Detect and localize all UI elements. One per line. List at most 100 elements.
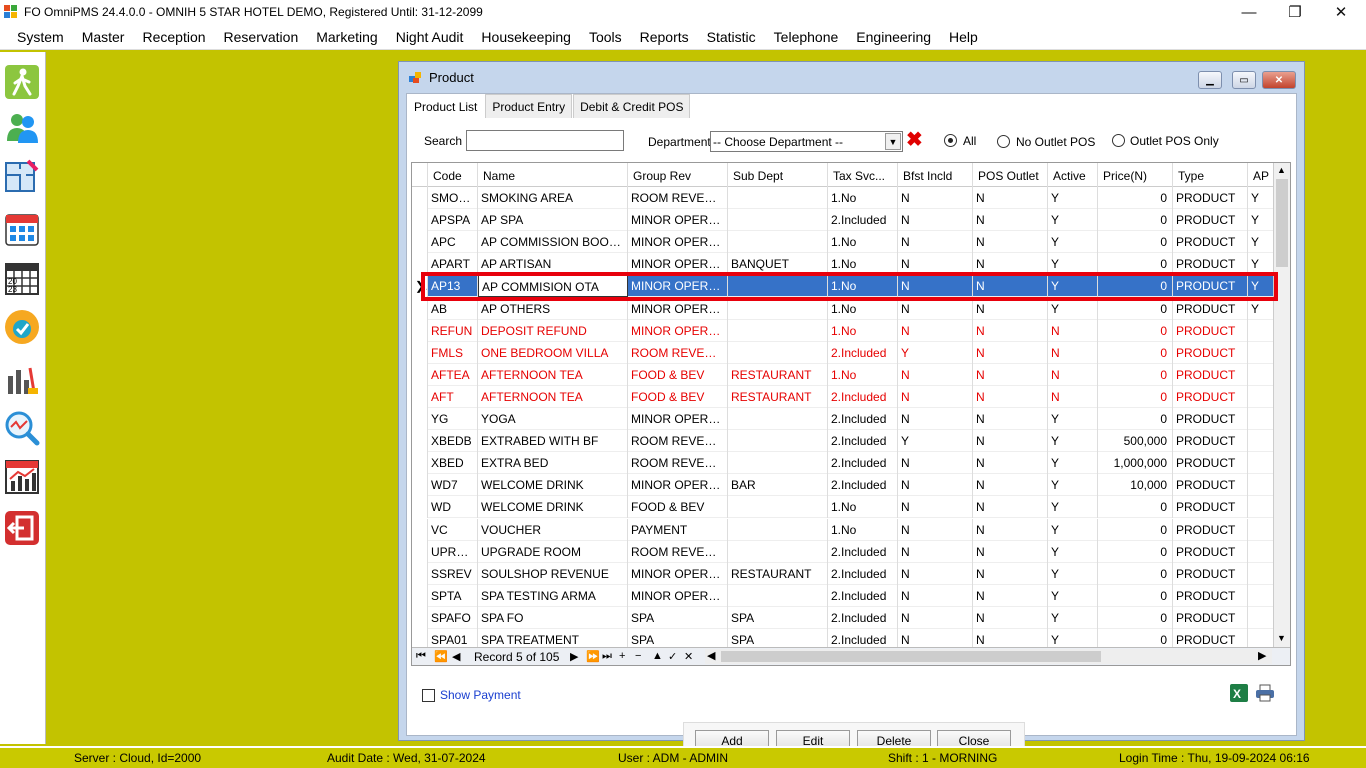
cell-code[interactable]: VC — [428, 518, 478, 541]
cell-pos[interactable]: N — [973, 319, 1048, 342]
cell-bfst[interactable]: N — [898, 474, 973, 497]
cell-type[interactable]: PRODUCT — [1173, 187, 1248, 209]
cell-type[interactable]: PRODUCT — [1173, 209, 1248, 232]
cell-active[interactable]: Y — [1048, 562, 1098, 585]
scroll-up-icon[interactable]: ▲ — [1277, 165, 1286, 175]
cell-type[interactable]: PRODUCT — [1173, 385, 1248, 408]
menu-reports[interactable]: Reports — [631, 29, 698, 45]
row-selector[interactable] — [412, 363, 428, 386]
cell-ap[interactable] — [1248, 341, 1274, 364]
row-selector[interactable] — [412, 341, 428, 364]
col-type[interactable]: Type — [1173, 163, 1248, 187]
show-payment-checkbox[interactable] — [422, 689, 435, 702]
department-select[interactable]: -- Choose Department -- ▼ — [710, 131, 903, 152]
cell-bfst[interactable]: N — [898, 319, 973, 342]
row-selector[interactable] — [412, 562, 428, 585]
cell-sub[interactable] — [728, 209, 828, 232]
table-row[interactable]: SPTA SPA TESTING ARMA MINOR OPERATI... 2.In… — [412, 584, 1274, 607]
exit-icon[interactable] — [3, 508, 41, 548]
cell-tax[interactable]: 2.Included — [828, 341, 898, 364]
cell-group[interactable]: MINOR OPERATI... — [628, 584, 728, 607]
cell-pos[interactable]: N — [973, 496, 1048, 519]
cell-price[interactable]: 0 — [1098, 187, 1173, 209]
cell-price[interactable]: 0 — [1098, 606, 1173, 629]
cell-active[interactable]: Y — [1048, 496, 1098, 519]
nav-edit-icon[interactable]: ▲ — [652, 650, 663, 662]
cell-sub[interactable] — [728, 187, 828, 209]
nav-last-icon[interactable]: ⏭ — [602, 650, 612, 663]
col-code[interactable]: Code — [428, 163, 478, 187]
cell-bfst[interactable]: N — [898, 562, 973, 585]
cell-bfst[interactable]: N — [898, 606, 973, 629]
cell-tax[interactable]: 2.Included — [828, 209, 898, 232]
cell-price[interactable]: 0 — [1098, 385, 1173, 408]
cell-price[interactable]: 10,000 — [1098, 474, 1173, 497]
nav-next-icon[interactable]: ▶ — [570, 650, 578, 663]
cell-ap[interactable] — [1248, 584, 1274, 607]
row-selector[interactable] — [412, 231, 428, 254]
cell-ap[interactable] — [1248, 408, 1274, 430]
cell-code[interactable]: APC — [428, 231, 478, 254]
cell-active[interactable]: Y — [1048, 430, 1098, 453]
table-row[interactable]: XBEDB EXTRABED WITH BF ROOM REVENUE 2.Inclu… — [412, 430, 1274, 453]
cell-tax[interactable]: 2.Included — [828, 430, 898, 453]
row-selector[interactable] — [412, 452, 428, 475]
row-selector[interactable] — [412, 430, 428, 453]
table-row[interactable]: AFTEA AFTERNOON TEA FOOD & BEV RESTAURANT 1.… — [412, 363, 1274, 386]
table-row[interactable]: APCAP COMMISSION BOOKING...MINOR OPERATI… — [412, 231, 1274, 254]
cell-type[interactable]: PRODUCT — [1173, 363, 1248, 386]
cell-type[interactable]: PRODUCT — [1173, 584, 1248, 607]
cell-bfst[interactable]: N — [898, 452, 973, 475]
tab-product-list[interactable]: Product List — [407, 94, 485, 118]
nav-prev-icon[interactable]: ◀ — [452, 650, 460, 663]
cell-active[interactable]: Y — [1048, 187, 1098, 209]
cell-code[interactable]: WD — [428, 496, 478, 519]
cell-ap[interactable] — [1248, 606, 1274, 629]
cell-type[interactable]: PRODUCT — [1173, 474, 1248, 497]
cell-tax[interactable]: 2.Included — [828, 584, 898, 607]
cell-ap[interactable] — [1248, 319, 1274, 342]
cell-ap[interactable]: Y — [1248, 209, 1274, 232]
menu-reception[interactable]: Reception — [133, 29, 214, 45]
cell-code[interactable]: YG — [428, 408, 478, 430]
table-row[interactable]: APSPA AP SPA MINOR OPERATI... 2.Included N N Y… — [412, 209, 1274, 232]
cell-tax[interactable]: 1.No — [828, 187, 898, 209]
cell-tax[interactable]: 2.Included — [828, 474, 898, 497]
cell-type[interactable]: PRODUCT — [1173, 606, 1248, 629]
cell-active[interactable]: Y — [1048, 606, 1098, 629]
cell-name[interactable]: SMOKING AREA — [478, 187, 628, 209]
row-selector[interactable] — [412, 518, 428, 541]
cell-name[interactable]: SPA FO — [478, 606, 628, 629]
cell-ap[interactable] — [1248, 452, 1274, 475]
table-row[interactable]: SSREV SOULSHOP REVENUE MINOR OPERATI... RES… — [412, 562, 1274, 585]
cell-price[interactable]: 0 — [1098, 231, 1173, 254]
cell-name[interactable]: WELCOME DRINK — [478, 496, 628, 519]
nav-next-page-icon[interactable]: ⏩ — [586, 650, 600, 663]
cell-pos[interactable]: N — [973, 474, 1048, 497]
cell-pos[interactable]: N — [973, 408, 1048, 430]
cell-name[interactable]: UPGRADE ROOM — [478, 540, 628, 563]
cell-sub[interactable]: RESTAURANT — [728, 363, 828, 386]
cell-code[interactable]: SMOKA — [428, 187, 478, 209]
cell-tax[interactable]: 1.No — [828, 496, 898, 519]
menu-marketing[interactable]: Marketing — [307, 29, 386, 45]
cell-type[interactable]: PRODUCT — [1173, 518, 1248, 541]
cell-bfst[interactable]: N — [898, 408, 973, 430]
cell-active[interactable]: N — [1048, 341, 1098, 364]
cell-code[interactable]: FMLS — [428, 341, 478, 364]
menu-telephone[interactable]: Telephone — [765, 29, 848, 45]
product-maximize-button[interactable]: ▭ — [1232, 71, 1256, 89]
cell-ap[interactable]: Y — [1248, 187, 1274, 209]
cell-sub[interactable] — [728, 518, 828, 541]
cell-pos[interactable]: N — [973, 518, 1048, 541]
cell-name[interactable]: ONE BEDROOM VILLA — [478, 341, 628, 364]
table-row[interactable]: AFT AFTERNOON TEA FOOD & BEV RESTAURANT 2.In… — [412, 385, 1274, 408]
cell-group[interactable]: ROOM REVENUE — [628, 540, 728, 563]
vertical-scrollbar[interactable]: ▲ ▼ — [1273, 163, 1290, 647]
cell-type[interactable]: PRODUCT — [1173, 430, 1248, 453]
minimize-button[interactable]: — — [1226, 0, 1272, 24]
cell-ap[interactable] — [1248, 474, 1274, 497]
cell-sub[interactable] — [728, 341, 828, 364]
cell-group[interactable]: MINOR OPERATI... — [628, 231, 728, 254]
menu-help[interactable]: Help — [940, 29, 987, 45]
